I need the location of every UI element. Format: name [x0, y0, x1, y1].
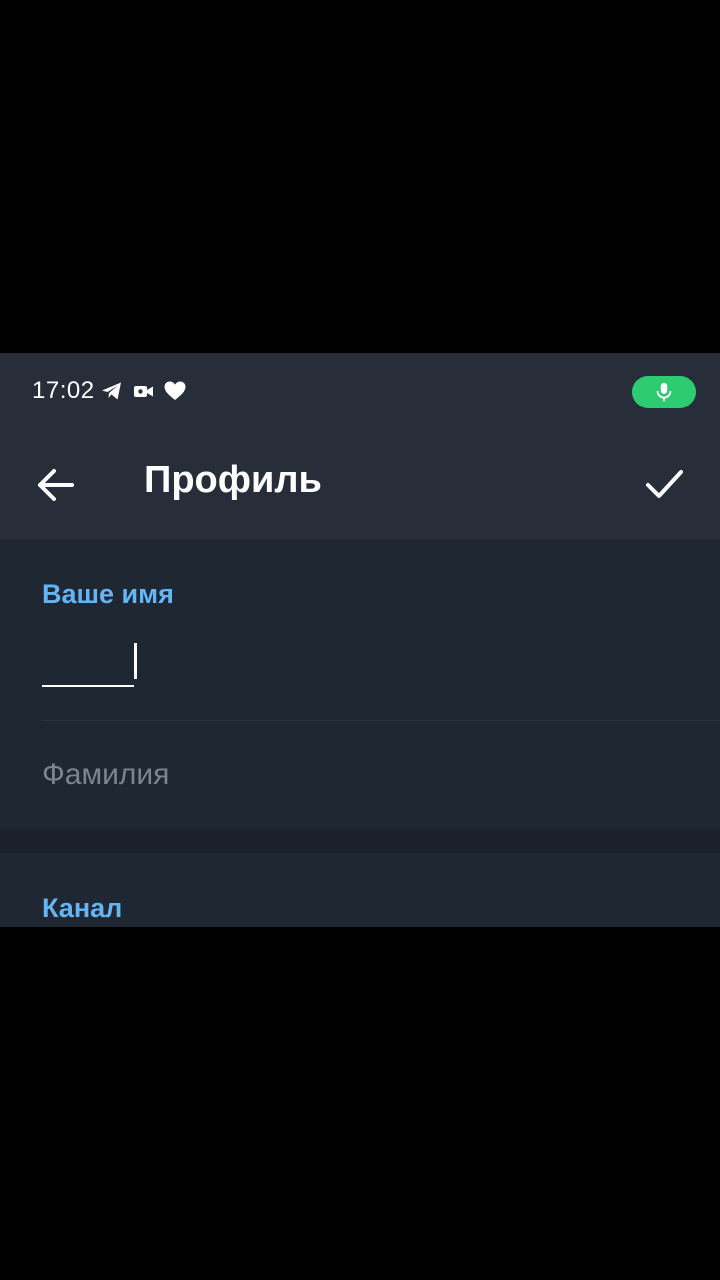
- telegram-icon: [100, 379, 126, 405]
- name-section-label: Ваше имя: [42, 579, 174, 609]
- status-time: 17:02: [32, 377, 95, 404]
- text-cursor: [134, 643, 137, 679]
- first-name-input[interactable]: [42, 643, 702, 693]
- heart-icon: [163, 379, 189, 405]
- checkmark-icon: [646, 470, 683, 498]
- field-divider: [42, 720, 720, 721]
- arrow-left-icon: [38, 469, 74, 501]
- video-camera-icon: [132, 379, 158, 405]
- channel-section: Канал: [0, 853, 720, 927]
- status-bar: 17:02: [0, 353, 720, 431]
- back-button[interactable]: [30, 459, 82, 511]
- app-bar: Профиль: [0, 431, 720, 539]
- first-name-value: [42, 645, 134, 687]
- app-screen: 17:02 Профиль Ваше имя Фамилия Канал: [0, 353, 720, 927]
- channel-section-label: Канал: [42, 893, 123, 923]
- page-title: Профиль: [144, 459, 322, 501]
- microphone-indicator: [632, 376, 696, 408]
- section-separator: [0, 829, 720, 853]
- microphone-icon: [656, 382, 672, 402]
- confirm-button[interactable]: [638, 457, 690, 509]
- last-name-input[interactable]: [42, 758, 702, 792]
